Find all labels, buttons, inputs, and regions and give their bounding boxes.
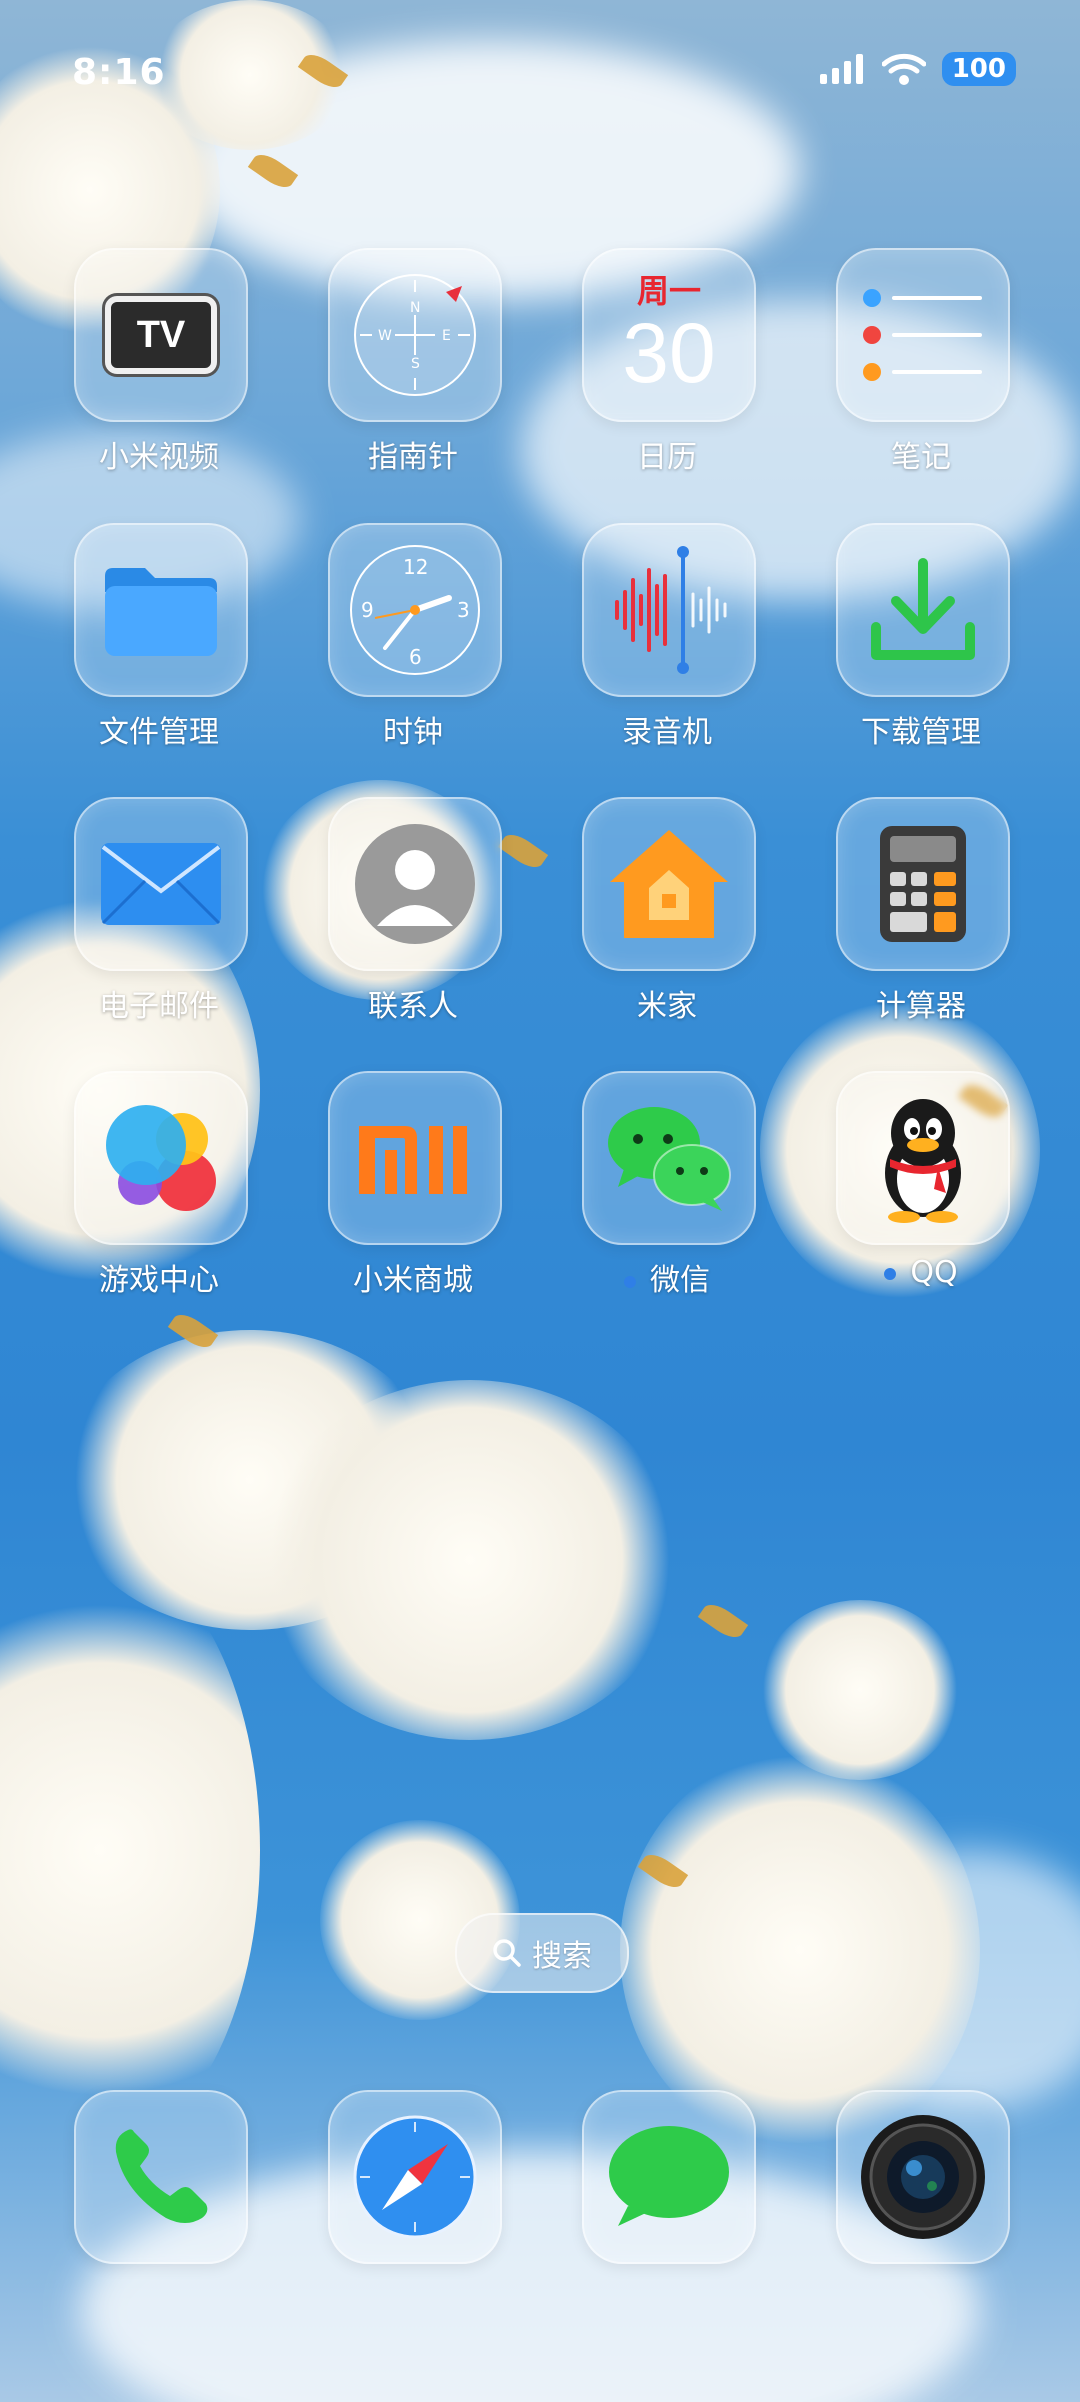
- app-download-manager[interactable]: 下载管理: [836, 523, 1010, 751]
- home-icon: [582, 797, 756, 971]
- app-label: 录音机: [622, 715, 712, 750]
- app-recorder[interactable]: 录音机: [582, 523, 756, 751]
- contact-icon: [328, 797, 502, 971]
- compass-icon: N S W E: [328, 248, 502, 422]
- app-label: 联系人: [368, 989, 458, 1024]
- download-icon: [836, 523, 1010, 697]
- app-label: 小米视频: [99, 440, 219, 475]
- app-calculator[interactable]: 计算器: [836, 797, 1010, 1025]
- app-file-manager[interactable]: 文件管理: [74, 523, 248, 751]
- app-mi-video[interactable]: TV 小米视频: [74, 248, 248, 476]
- waveform-icon: [582, 523, 756, 697]
- dock-phone[interactable]: [74, 2090, 248, 2264]
- svg-text:12: 12: [403, 555, 428, 579]
- app-compass[interactable]: N S W E 指南针: [328, 248, 502, 476]
- phone-icon: [74, 2090, 248, 2264]
- search-label: 搜索: [532, 1939, 592, 1974]
- app-label: QQ: [836, 1255, 1006, 1290]
- app-label: 时钟: [383, 715, 443, 750]
- app-clock[interactable]: 12 3 6 9 时钟: [328, 523, 502, 751]
- dock-browser[interactable]: [328, 2090, 502, 2264]
- camera-lens-icon: [836, 2090, 1010, 2264]
- app-email[interactable]: 电子邮件: [74, 797, 248, 1025]
- clock-icon: 12 3 6 9: [328, 523, 502, 697]
- app-label: 文件管理: [99, 715, 219, 750]
- svg-text:E: E: [442, 328, 451, 344]
- app-label: 下载管理: [861, 715, 981, 750]
- app-label: 电子邮件: [99, 989, 219, 1024]
- app-mi-home[interactable]: 米家: [582, 797, 756, 1025]
- dock-messages[interactable]: [582, 2090, 756, 2264]
- search-icon: [493, 1939, 521, 1967]
- calendar-day: 30: [622, 306, 716, 400]
- calculator-icon: [836, 797, 1010, 971]
- mi-store-icon: [328, 1071, 502, 1245]
- app-label: 游戏中心: [99, 1263, 219, 1298]
- app-qq[interactable]: QQ: [836, 1071, 1010, 1290]
- wifi-icon: [881, 53, 926, 85]
- search-button[interactable]: 搜索: [455, 1913, 629, 1993]
- notification-dot: [884, 1267, 897, 1280]
- app-label: 指南针: [368, 440, 458, 475]
- battery-indicator: 100: [941, 52, 1016, 86]
- wechat-icon: [582, 1071, 756, 1245]
- app-label: 小米商城: [353, 1263, 473, 1298]
- app-game-center[interactable]: 游戏中心: [74, 1071, 248, 1299]
- app-wechat[interactable]: 微信: [582, 1071, 756, 1299]
- mail-icon: [74, 797, 248, 971]
- status-bar: 8:16 100: [0, 0, 1080, 150]
- app-label: 日历: [637, 440, 697, 475]
- app-label-text: QQ: [910, 1255, 958, 1290]
- qq-penguin-icon: [836, 1071, 1010, 1245]
- app-notes[interactable]: 笔记: [836, 248, 1010, 476]
- svg-text:6: 6: [409, 645, 422, 669]
- tv-text: TV: [136, 313, 186, 356]
- notes-icon: [836, 248, 1010, 422]
- svg-text:3: 3: [457, 598, 470, 622]
- message-bubble-icon: [582, 2090, 756, 2264]
- folder-icon: [74, 523, 248, 697]
- game-center-icon: [74, 1071, 248, 1245]
- svg-text:N: N: [410, 300, 420, 316]
- svg-text:W: W: [378, 328, 392, 344]
- app-contacts[interactable]: 联系人: [328, 797, 502, 1025]
- app-label: 笔记: [891, 440, 951, 475]
- compass-browser-icon: [328, 2090, 502, 2264]
- dock-camera[interactable]: [836, 2090, 1010, 2264]
- calendar-weekday: 周一: [636, 272, 701, 310]
- app-label: 微信: [582, 1255, 752, 1299]
- svg-text:9: 9: [361, 598, 374, 622]
- status-time: 8:16: [72, 52, 166, 93]
- app-calendar[interactable]: 周一 30 日历: [582, 248, 756, 476]
- calendar-icon: 周一 30: [582, 248, 756, 422]
- app-mi-store[interactable]: 小米商城: [328, 1071, 502, 1299]
- app-label: 计算器: [876, 989, 966, 1024]
- tv-icon: TV: [74, 248, 248, 422]
- status-icons: 100: [818, 52, 1016, 86]
- app-label: 米家: [637, 989, 697, 1024]
- app-label-text: 微信: [650, 1263, 710, 1298]
- svg-text:S: S: [411, 356, 420, 372]
- signal-icon: [819, 54, 863, 84]
- notification-dot: [624, 1275, 636, 1288]
